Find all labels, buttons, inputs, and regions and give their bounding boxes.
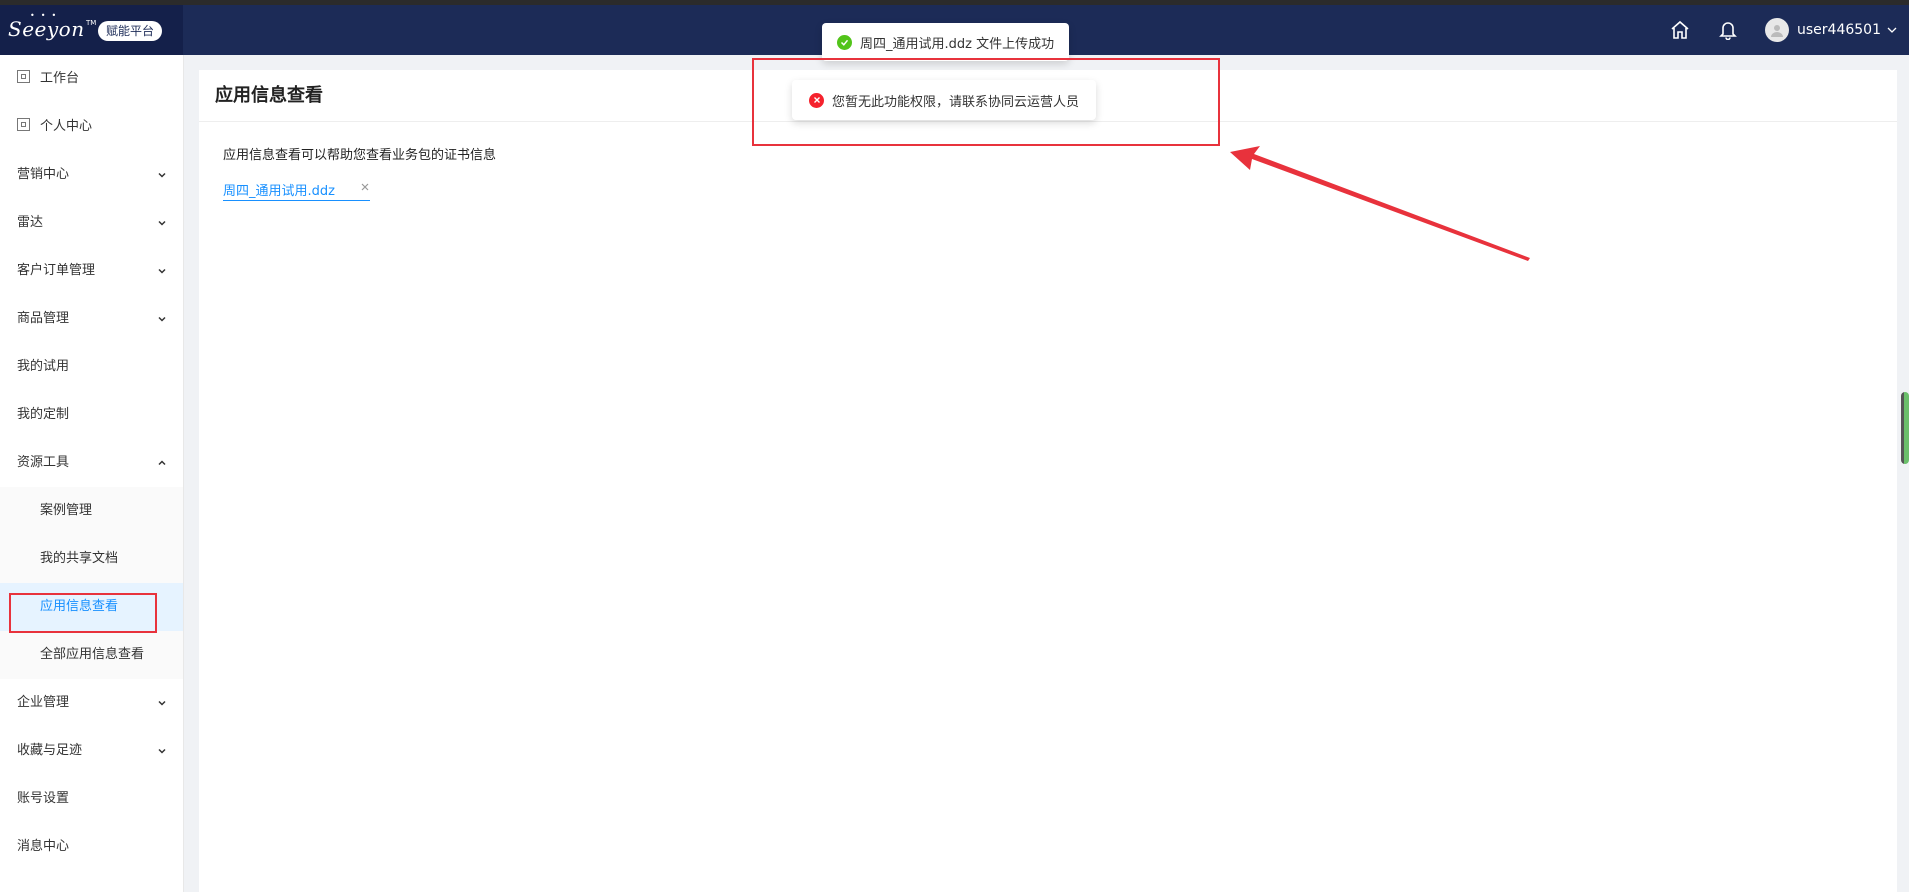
page-icon bbox=[17, 70, 30, 83]
sidebar-item-label: 工作台 bbox=[40, 71, 80, 86]
chevron-down-icon[interactable] bbox=[1887, 25, 1897, 35]
sidebar-item-message-center[interactable]: 消息中心 bbox=[0, 823, 183, 871]
bell-icon[interactable] bbox=[1717, 19, 1739, 41]
chevron-down-icon bbox=[158, 268, 166, 274]
sidebar-item-enterprise[interactable]: 企业管理 bbox=[0, 679, 183, 727]
sidebar-item-label: 企业管理 bbox=[17, 695, 70, 710]
chevron-down-icon bbox=[158, 700, 166, 706]
sidebar-item-radar[interactable]: 雷达 bbox=[0, 199, 183, 247]
annotation-arrow bbox=[1230, 146, 1530, 261]
logo[interactable]: ••• Seeyon TM 赋能平台 bbox=[0, 5, 183, 55]
sidebar-item-workbench[interactable]: 工作台 bbox=[0, 55, 183, 103]
error-toast: 您暂无此功能权限，请联系协同云运营人员 bbox=[792, 80, 1097, 120]
main-panel: 应用信息查看 应用信息查看可以帮助您查看业务包的证书信息 周四_通用试用.ddz bbox=[199, 70, 1897, 892]
sidebar-item-label: 客户订单管理 bbox=[17, 263, 96, 278]
sidebar-item-label: 营销中心 bbox=[17, 167, 70, 182]
sidebar-item-label: 商品管理 bbox=[17, 311, 70, 326]
sidebar-item-shared-docs[interactable]: 我的共享文档 bbox=[0, 535, 183, 583]
sidebar-item-favorites[interactable]: 收藏与足迹 bbox=[0, 727, 183, 775]
avatar-icon[interactable] bbox=[1765, 18, 1790, 42]
header-actions: user446501 bbox=[1669, 5, 1897, 55]
sidebar-item-all-app-info[interactable]: 全部应用信息查看 bbox=[0, 631, 183, 679]
sidebar-item-label: 雷达 bbox=[17, 215, 44, 230]
scrollbar-thumb[interactable] bbox=[1901, 392, 1909, 464]
sidebar-item-account-settings[interactable]: 账号设置 bbox=[0, 775, 183, 823]
sidebar-item-label: 应用信息查看 bbox=[40, 599, 119, 614]
page-icon bbox=[17, 118, 30, 131]
sidebar-item-label: 账号设置 bbox=[17, 791, 70, 806]
uploaded-file-item[interactable]: 周四_通用试用.ddz bbox=[223, 180, 370, 201]
toast-message: 您暂无此功能权限，请联系协同云运营人员 bbox=[832, 94, 1080, 110]
sidebar-item-label: 我的共享文档 bbox=[40, 551, 119, 566]
file-name-link[interactable]: 周四_通用试用.ddz bbox=[223, 180, 335, 199]
sidebar-item-my-customization[interactable]: 我的定制 bbox=[0, 391, 183, 439]
sidebar-item-my-trials[interactable]: 我的试用 bbox=[0, 343, 183, 391]
sidebar-item-customer-orders[interactable]: 客户订单管理 bbox=[0, 247, 183, 295]
chevron-up-icon bbox=[158, 460, 166, 466]
sidebar-item-label: 收藏与足迹 bbox=[17, 743, 83, 758]
sidebar-item-personal-center[interactable]: 个人中心 bbox=[0, 103, 183, 151]
sidebar-item-label: 我的定制 bbox=[17, 407, 70, 422]
sidebar-item-products[interactable]: 商品管理 bbox=[0, 295, 183, 343]
sidebar-item-label: 案例管理 bbox=[40, 503, 93, 518]
username[interactable]: user446501 bbox=[1797, 22, 1881, 38]
check-circle-icon bbox=[837, 34, 852, 50]
sidebar-item-case-management[interactable]: 案例管理 bbox=[0, 487, 183, 535]
sidebar-item-label: 消息中心 bbox=[17, 839, 70, 854]
sidebar-item-label: 个人中心 bbox=[40, 119, 93, 134]
toast-message: 周四_通用试用.ddz 文件上传成功 bbox=[860, 36, 1055, 52]
chevron-down-icon bbox=[158, 172, 166, 178]
sidebar-item-label: 我的试用 bbox=[17, 359, 70, 374]
sidebar-item-label: 全部应用信息查看 bbox=[40, 647, 145, 662]
chevron-down-icon bbox=[158, 748, 166, 754]
sidebar: 工作台 个人中心 营销中心 雷达 客户订单管理 商品管理 我的试用 我的定制 资… bbox=[0, 55, 184, 892]
close-icon[interactable] bbox=[360, 182, 370, 192]
logo-trademark: TM bbox=[86, 19, 97, 27]
chevron-down-icon bbox=[158, 220, 166, 226]
sidebar-item-app-info[interactable]: 应用信息查看 bbox=[0, 583, 183, 631]
sidebar-item-resource-tools[interactable]: 资源工具 bbox=[0, 439, 183, 487]
page-description: 应用信息查看可以帮助您查看业务包的证书信息 bbox=[223, 148, 497, 163]
resource-tools-submenu: 案例管理 我的共享文档 应用信息查看 全部应用信息查看 bbox=[0, 487, 183, 679]
chevron-down-icon bbox=[158, 316, 166, 322]
sidebar-item-marketing[interactable]: 营销中心 bbox=[0, 151, 183, 199]
home-icon[interactable] bbox=[1669, 19, 1691, 41]
success-toast: 周四_通用试用.ddz 文件上传成功 bbox=[822, 23, 1070, 61]
error-circle-icon bbox=[809, 92, 824, 108]
platform-badge: 赋能平台 bbox=[98, 21, 163, 41]
logo-text: Seeyon bbox=[8, 17, 85, 41]
sidebar-item-label: 资源工具 bbox=[17, 455, 70, 470]
